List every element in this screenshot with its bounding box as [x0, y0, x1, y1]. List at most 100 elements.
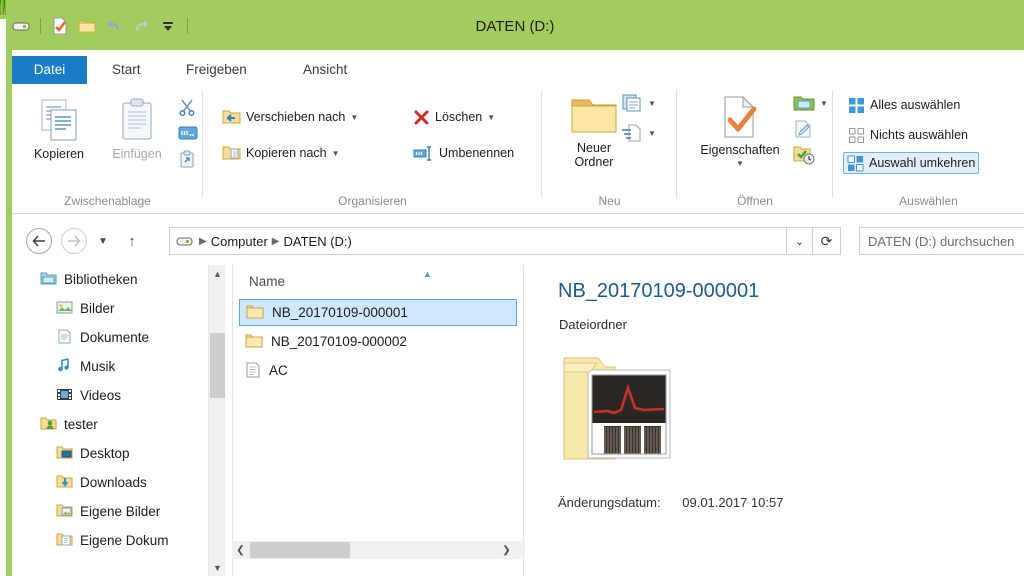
sidebar-item-eigene-dokum[interactable]: Eigene Dokum — [12, 526, 208, 555]
chevron-down-icon[interactable]: ▼ — [648, 99, 656, 108]
rename-button[interactable]: Umbenennen — [410, 142, 517, 164]
chevron-down-icon[interactable]: ▼ — [820, 99, 828, 108]
ribbon-group-clipboard: Kopieren Einfügen Zwischenablage — [12, 84, 203, 214]
user-folder-icon — [40, 416, 57, 434]
paste-label: Einfügen — [112, 147, 162, 161]
chevron-down-icon[interactable]: ▼ — [487, 113, 495, 122]
file-name: NB_20170109-000001 — [272, 305, 408, 320]
history-icon — [793, 146, 815, 165]
move-to-button[interactable]: Verschieben nach ▼ — [219, 106, 361, 128]
sidebar-item-videos[interactable]: Videos — [12, 381, 208, 410]
copy-path-button[interactable] — [175, 122, 201, 144]
search-input[interactable]: DATEN (D:) durchsuchen — [859, 227, 1024, 255]
copy-to-icon — [222, 146, 241, 160]
tab-ansicht[interactable]: Ansicht — [289, 56, 361, 84]
navigation-scrollbar[interactable]: ▲ ▼ — [208, 265, 225, 576]
libraries-icon — [40, 271, 57, 289]
navigation-pane: Bibliotheken Bilder Dokumente Musik Videos te… — [12, 265, 208, 576]
move-to-label: Verschieben nach — [246, 110, 346, 124]
up-button[interactable]: ↑ — [122, 228, 142, 254]
sidebar-item-downloads[interactable]: Downloads — [12, 468, 208, 497]
cut-button[interactable] — [175, 96, 199, 118]
sidebar-item-label: Eigene Bilder — [80, 504, 161, 519]
table-row[interactable]: AC — [239, 357, 517, 384]
ribbon-group-open: Eigenschaften ▼ ▼ Öffnen — [677, 84, 833, 214]
paste-button[interactable]: Einfügen — [100, 96, 174, 161]
ribbon-group-new: Neuer Ordner ▼ ▼ Neu — [542, 84, 677, 214]
sidebar-item-bilder[interactable]: Bilder — [12, 294, 208, 323]
select-none-button[interactable]: Nichts auswählen — [845, 124, 971, 146]
breadcrumb-bar[interactable]: ▶ Computer ▶ DATEN (D:) — [169, 227, 787, 255]
easy-access-button[interactable]: ▼ — [618, 122, 659, 144]
chevron-down-icon[interactable]: ▼ — [350, 113, 358, 122]
sidebar-item-label: Videos — [80, 388, 122, 403]
select-all-label: Alles auswählen — [870, 98, 961, 112]
details-modified-label: Änderungsdatum: — [558, 495, 661, 510]
address-dropdown-button[interactable]: ⌄ — [787, 227, 813, 255]
file-list-pane: Name ▲ NB_20170109-000001 NB_20170109-000… — [232, 265, 524, 576]
invert-selection-button[interactable]: Auswahl umkehren — [843, 152, 980, 174]
delete-button[interactable]: Löschen ▼ — [410, 106, 498, 128]
chevron-down-icon[interactable]: ▼ — [332, 149, 340, 158]
tab-datei[interactable]: Datei — [12, 56, 87, 84]
details-title: NB_20170109-000001 — [558, 280, 760, 302]
table-row[interactable]: NB_20170109-000002 — [239, 328, 517, 355]
sidebar-item-musik[interactable]: Musik — [12, 352, 208, 381]
copy-to-label: Kopieren nach — [246, 146, 327, 160]
chevron-down-icon[interactable]: ▼ — [648, 129, 656, 138]
select-none-label: Nichts auswählen — [870, 128, 968, 142]
sidebar-item-desktop[interactable]: Desktop — [12, 439, 208, 468]
ribbon-group-organize: Verschieben nach ▼ Kopieren nach ▼ Lösch… — [203, 84, 542, 214]
sidebar-item-label: Desktop — [80, 446, 130, 461]
scissors-icon — [179, 99, 195, 116]
rename-icon — [413, 145, 431, 161]
chevron-down-icon[interactable]: ▼ — [736, 159, 744, 168]
sidebar-item-label: Bibliotheken — [64, 272, 138, 287]
select-all-button[interactable]: Alles auswählen — [845, 94, 963, 116]
properties-button[interactable]: Eigenschaften ▼ — [692, 94, 788, 168]
copy-icon — [41, 99, 77, 141]
my-documents-icon — [56, 532, 73, 550]
drive-icon — [176, 237, 193, 245]
new-item-button[interactable]: ▼ — [618, 92, 659, 114]
refresh-button[interactable]: ⟳ — [813, 227, 841, 255]
sidebar-item-eigene-bilder[interactable]: Eigene Bilder — [12, 497, 208, 526]
file-list-horizontal-scrollbar[interactable]: ❮ ❯ — [232, 541, 525, 559]
breadcrumb-item-daten[interactable]: DATEN (D:) — [283, 234, 351, 249]
pictures-icon — [56, 300, 73, 318]
invert-selection-icon — [847, 155, 864, 171]
my-pictures-icon — [56, 503, 73, 521]
sidebar-item-label: Bilder — [80, 301, 115, 316]
sidebar-item-bibliotheken[interactable]: Bibliotheken — [12, 265, 208, 294]
sidebar-item-tester[interactable]: tester — [12, 410, 208, 439]
tab-freigeben[interactable]: Freigeben — [172, 56, 261, 84]
forward-arrow-icon — [68, 235, 81, 247]
column-header-name[interactable]: Name ▲ — [233, 265, 525, 297]
ribbon-tabs: Datei Start Freigeben Ansicht — [12, 56, 1024, 84]
forward-button[interactable] — [61, 228, 87, 254]
scroll-up-button[interactable]: ▲ — [209, 265, 226, 282]
breadcrumb-separator[interactable]: ▶ — [272, 236, 280, 247]
breadcrumb-separator[interactable]: ▶ — [199, 236, 207, 247]
music-icon — [56, 357, 73, 376]
scroll-left-button[interactable]: ❮ — [232, 541, 249, 559]
paste-shortcut-button[interactable] — [175, 148, 199, 170]
copy-to-button[interactable]: Kopieren nach ▼ — [219, 142, 343, 164]
table-row[interactable]: NB_20170109-000001 — [239, 299, 517, 326]
scroll-right-button[interactable]: ❯ — [498, 541, 515, 559]
scroll-thumb[interactable] — [210, 333, 225, 398]
edit-button[interactable] — [790, 118, 816, 140]
delete-x-icon — [414, 110, 429, 124]
recent-locations-button[interactable]: ▼ — [93, 228, 113, 254]
back-button[interactable] — [26, 228, 52, 254]
horizontal-scroll-thumb[interactable] — [250, 542, 350, 558]
history-button[interactable] — [790, 144, 818, 166]
breadcrumb-item-computer[interactable]: Computer — [211, 234, 268, 249]
tab-start[interactable]: Start — [98, 56, 155, 84]
open-with-button[interactable]: ▼ — [790, 92, 831, 114]
copy-button[interactable]: Kopieren — [22, 96, 96, 161]
copy-path-icon — [178, 126, 198, 140]
downloads-folder-icon — [56, 474, 73, 492]
scroll-down-button[interactable]: ▼ — [209, 559, 226, 576]
sidebar-item-dokumente[interactable]: Dokumente — [12, 323, 208, 352]
